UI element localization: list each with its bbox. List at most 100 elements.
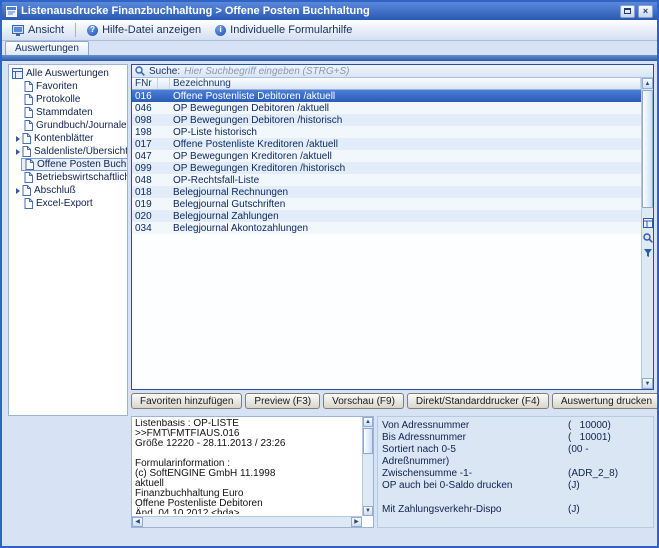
table-row[interactable]: 046 OP Bewegungen Debitoren /aktuell: [132, 102, 641, 114]
tree-item-favoriten[interactable]: Favoriten: [21, 80, 81, 93]
table-row[interactable]: 198OP-Liste historisch: [132, 126, 641, 138]
row-bezeichnung: OP-Liste historisch: [170, 127, 641, 138]
column-header-bezeichnung[interactable]: Bezeichnung: [170, 78, 641, 89]
tree-item-betriebswirtschaftliche[interactable]: Betriebswirtschaftliche Auswertungen: [21, 171, 128, 184]
tree-item-abschluss[interactable]: Abschluß: [13, 184, 79, 197]
table-row[interactable]: 099OP Bewegungen Kreditoren /historisch: [132, 162, 641, 174]
ansicht-button[interactable]: Ansicht: [5, 22, 71, 38]
tree-item-offene-posten-buchhaltung[interactable]: Offene Posten Buchhaltung: [21, 158, 128, 171]
param-label: Bis Adressnummer: [382, 432, 568, 444]
table-row[interactable]: 047OP Bewegungen Kreditoren /aktuell: [132, 150, 641, 162]
row-fnr: 017: [132, 139, 158, 150]
param-label: Mit Zahlungsverkehr-Dispo: [382, 504, 568, 516]
scroll-up-arrow-icon[interactable]: ▲: [642, 78, 653, 89]
app-icon: [6, 6, 17, 17]
row-fnr: 046: [132, 103, 158, 114]
param-value: ( 10001): [568, 432, 611, 444]
param-row: Von Adressnummer ( 10000): [382, 420, 649, 432]
table-row[interactable]: 020Belegjournal Zahlungen: [132, 210, 641, 222]
tree-item-label: Kontenblätter: [34, 133, 94, 144]
columns-icon[interactable]: [643, 218, 653, 228]
vorschau-button[interactable]: Vorschau (F9): [323, 393, 404, 409]
scroll-down-arrow-icon[interactable]: ▼: [642, 378, 653, 389]
form-info-panel: Listenbasis : OP-LISTE >>FMT\FMTFIAUS.01…: [131, 416, 374, 528]
table-vertical-scrollbar[interactable]: ▲ ▼: [641, 78, 653, 389]
param-label: Sortiert nach 0-5: [382, 444, 568, 456]
scrollbar-thumb[interactable]: [642, 90, 653, 208]
row-bezeichnung: Belegjournal Gutschriften: [170, 199, 641, 210]
formularhilfe-button[interactable]: i Individuelle Formularhilfe: [208, 22, 359, 38]
scroll-up-arrow-icon[interactable]: ▲: [363, 417, 373, 427]
action-button-row: Favoriten hinzufügen Preview (F3) Vorsch…: [131, 393, 659, 409]
expand-arrow-icon[interactable]: [16, 188, 20, 194]
auswertung-drucken-button[interactable]: Auswertung drucken: [552, 393, 659, 409]
row-bezeichnung: OP Bewegungen Debitoren /aktuell: [170, 103, 641, 114]
search-input[interactable]: [184, 66, 650, 77]
reports-root-icon: [12, 68, 23, 79]
close-button[interactable]: ×: [638, 5, 653, 18]
param-row: Adreßnummer): [382, 456, 649, 468]
tab-band: [2, 55, 657, 61]
favoriten-hinzufuegen-button[interactable]: Favoriten hinzufügen: [131, 393, 242, 409]
document-icon: [22, 133, 31, 144]
row-bezeichnung: OP Bewegungen Kreditoren /aktuell: [170, 151, 641, 162]
tree-item-stammdaten[interactable]: Stammdaten: [21, 106, 96, 119]
table-header: FNr Bezeichnung: [132, 78, 641, 90]
toolbar-separator: [75, 23, 76, 37]
tree-item-label: Favoriten: [36, 81, 78, 92]
tree-item-label: Excel-Export: [36, 198, 93, 209]
table-row[interactable]: 098OP Bewegungen Debitoren /historisch: [132, 114, 641, 126]
param-label: OP auch bei 0-Saldo drucken: [382, 480, 568, 492]
scroll-down-arrow-icon[interactable]: ▼: [363, 506, 373, 516]
hilfe-datei-label: Hilfe-Datei anzeigen: [102, 24, 201, 36]
search-bar: Suche:: [132, 65, 653, 78]
expand-arrow-icon[interactable]: [16, 136, 20, 142]
info-horizontal-scrollbar[interactable]: ◀ ▶: [132, 516, 362, 527]
row-bezeichnung: Belegjournal Akontozahlungen: [170, 223, 641, 234]
filter-icon[interactable]: [643, 248, 653, 258]
document-icon: [24, 198, 33, 209]
tree-item-label: Offene Posten Buchhaltung: [37, 159, 128, 170]
restore-button[interactable]: [620, 5, 635, 18]
zoom-icon[interactable]: [643, 233, 653, 243]
tab-strip: Auswertungen: [2, 41, 657, 55]
info-vertical-scrollbar[interactable]: ▲ ▼: [362, 417, 373, 516]
tree-root[interactable]: Alle Auswertungen: [9, 67, 112, 80]
column-header-fnr[interactable]: FNr: [132, 78, 158, 89]
table-row[interactable]: 034 Belegjournal Akontozahlungen: [132, 222, 641, 234]
table-row[interactable]: 016Offene Postenliste Debitoren /aktuell: [132, 90, 641, 102]
table-row[interactable]: 048OP-Rechtsfall-Liste: [132, 174, 641, 186]
tree-item-kontenblaetter[interactable]: Kontenblätter: [13, 132, 97, 145]
help-icon: ?: [87, 25, 98, 36]
tab-auswertungen[interactable]: Auswertungen: [5, 41, 89, 55]
table-row[interactable]: 018Belegjournal Rechnungen: [132, 186, 641, 198]
tree-item-excel-export[interactable]: Excel-Export: [21, 197, 96, 210]
preview-button[interactable]: Preview (F3): [245, 393, 320, 409]
param-label: Adreßnummer): [382, 456, 568, 468]
table-row[interactable]: 019Belegjournal Gutschriften: [132, 198, 641, 210]
scroll-left-arrow-icon[interactable]: ◀: [132, 517, 143, 527]
row-bezeichnung: OP Bewegungen Debitoren /historisch: [170, 115, 641, 126]
expand-arrow-icon[interactable]: [16, 149, 20, 155]
tree-item-label: Betriebswirtschaftliche Auswertungen: [36, 172, 128, 183]
table-row[interactable]: 017Offene Postenliste Kreditoren /aktuel…: [132, 138, 641, 150]
title-bar[interactable]: Listenausdrucke Finanzbuchhaltung > Offe…: [2, 2, 657, 20]
scrollbar-thumb[interactable]: [363, 428, 373, 454]
row-fnr: 020: [132, 211, 158, 222]
scroll-right-arrow-icon[interactable]: ▶: [351, 517, 362, 527]
reports-list-panel: Suche: FNr Bezeichnung 016Offene Postenl…: [131, 64, 654, 390]
row-fnr: 018: [132, 187, 158, 198]
search-label: Suche:: [149, 66, 180, 77]
row-fnr: 034: [132, 223, 158, 234]
param-label: Zwischensumme -1-: [382, 468, 568, 480]
hilfe-datei-button[interactable]: ? Hilfe-Datei anzeigen: [80, 22, 208, 38]
tree-item-protokolle[interactable]: Protokolle: [21, 93, 83, 106]
tree-item-grundbuch-journale[interactable]: Grundbuch/Journale: [21, 119, 128, 132]
tree-item-label: Abschluß: [34, 185, 76, 196]
column-header-flag[interactable]: [158, 78, 170, 89]
direkt-standarddrucker-button[interactable]: Direkt/Standarddrucker (F4): [407, 393, 549, 409]
tree-item-saldenliste[interactable]: Saldenliste/Übersicht: [13, 145, 128, 158]
param-row: OP auch bei 0-Saldo drucken (J): [382, 480, 649, 492]
document-icon: [22, 185, 31, 196]
param-value: ( 10000): [568, 420, 611, 432]
